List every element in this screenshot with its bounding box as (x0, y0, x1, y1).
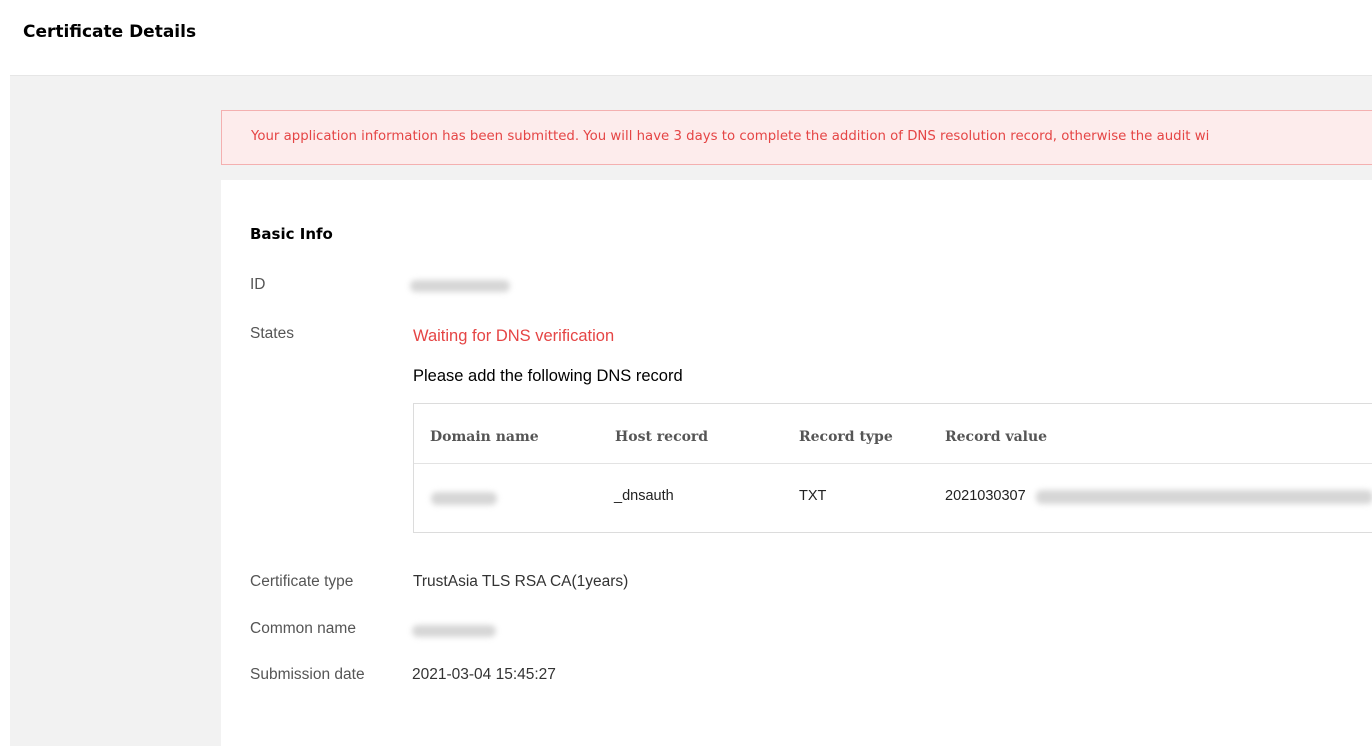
states-label: States (250, 325, 294, 342)
column-header-record-value: Record value (945, 429, 1048, 445)
submission-date-label: Submission date (250, 666, 365, 683)
record-value-cell: 2021030307 (945, 488, 1026, 504)
common-name-label: Common name (250, 620, 356, 637)
dns-record-table: Domain name Host record Record type Reco… (413, 403, 1372, 533)
column-header-record-type: Record type (799, 429, 893, 445)
id-value-redacted (410, 280, 510, 292)
status-text: Waiting for DNS verification (413, 327, 615, 345)
certificate-type-label: Certificate type (250, 573, 354, 590)
submission-alert: Your application information has been su… (221, 110, 1372, 165)
submission-date-value: 2021-03-04 15:45:27 (412, 666, 556, 683)
dns-record-hint: Please add the following DNS record (413, 367, 683, 385)
id-label: ID (250, 276, 266, 293)
domain-name-redacted (431, 492, 497, 505)
page-header: Certificate Details (10, 10, 1372, 76)
table-header-row: Domain name Host record Record type Reco… (414, 404, 1372, 464)
host-record-cell: _dnsauth (614, 488, 674, 504)
alert-message: Your application information has been su… (251, 129, 1210, 144)
record-value-redacted (1036, 490, 1372, 504)
record-type-cell: TXT (799, 488, 827, 504)
column-header-domain-name: Domain name (430, 429, 539, 445)
certificate-type-value: TrustAsia TLS RSA CA(1years) (413, 573, 629, 590)
column-header-host-record: Host record (615, 429, 709, 445)
page-title: Certificate Details (23, 22, 197, 42)
basic-info-heading: Basic Info (250, 225, 333, 243)
common-name-redacted (412, 625, 496, 637)
